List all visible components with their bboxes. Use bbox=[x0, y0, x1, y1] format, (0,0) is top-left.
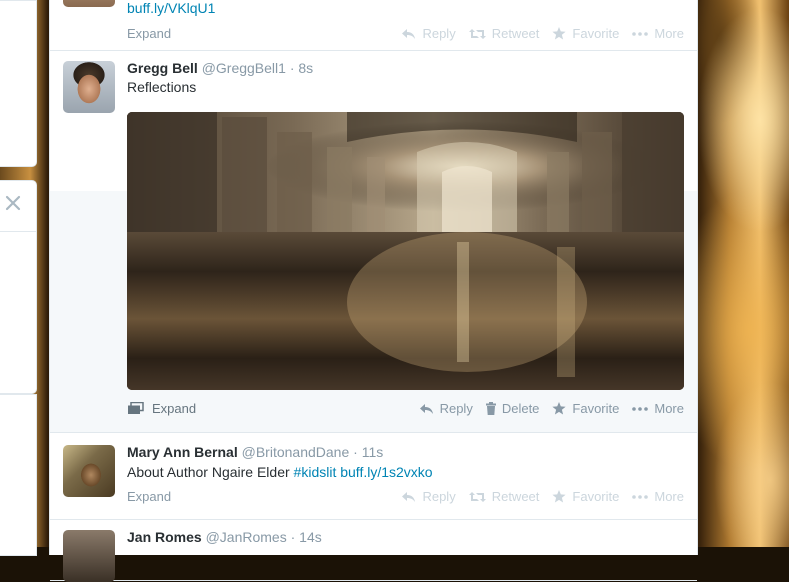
tweet-header: Jan Romes @JanRomes · 14s bbox=[127, 529, 322, 545]
reply-label: Reply bbox=[422, 489, 456, 504]
expand-link[interactable]: Expand bbox=[127, 26, 171, 41]
media-expand-icon bbox=[128, 402, 144, 414]
more-label: More bbox=[654, 489, 684, 504]
tweet-fullname[interactable]: Mary Ann Bernal bbox=[127, 444, 238, 460]
tweet-fullname[interactable]: Gregg Bell bbox=[127, 60, 198, 76]
avatar[interactable] bbox=[63, 0, 115, 7]
tweet-timestamp[interactable]: · 11s bbox=[353, 444, 383, 460]
tweet-timestamp[interactable]: · 14s bbox=[291, 529, 322, 545]
star-icon bbox=[552, 490, 567, 503]
retweet-icon bbox=[468, 28, 486, 39]
more-label: More bbox=[654, 401, 684, 416]
reply-icon bbox=[402, 28, 416, 39]
favorite-label: Favorite bbox=[572, 401, 620, 416]
avatar[interactable] bbox=[63, 445, 115, 497]
favorite-button[interactable]: Favorite bbox=[552, 401, 619, 416]
tweet-username[interactable]: @JanRomes bbox=[206, 529, 287, 545]
tweet-actions: Reply Delete Favorite More bbox=[419, 401, 684, 416]
reply-button[interactable]: Reply bbox=[401, 26, 456, 41]
expand-link[interactable]: Expand bbox=[127, 489, 171, 504]
retweet-label: Retweet bbox=[491, 26, 540, 41]
retweet-icon bbox=[468, 491, 486, 502]
timeline-stream: buff.ly/VKlqU1 Expand Reply Retweet Favo… bbox=[49, 0, 698, 582]
expand-label: Expand bbox=[152, 401, 197, 416]
close-icon[interactable] bbox=[5, 195, 21, 211]
retweet-label: Retweet bbox=[491, 489, 540, 504]
more-button[interactable]: More bbox=[632, 489, 684, 504]
favorite-button[interactable]: Favorite bbox=[552, 489, 619, 504]
reply-label: Reply bbox=[422, 26, 456, 41]
more-dots-icon bbox=[632, 31, 649, 36]
delete-label: Delete bbox=[501, 401, 540, 416]
reply-button[interactable]: Reply bbox=[419, 401, 473, 416]
corridor-photo bbox=[127, 112, 684, 390]
left-panel-dismissable bbox=[0, 180, 37, 394]
star-icon bbox=[552, 402, 567, 415]
reply-icon bbox=[419, 403, 433, 414]
more-button[interactable]: More bbox=[632, 26, 684, 41]
tweet-link[interactable]: buff.ly/VKlqU1 bbox=[127, 0, 215, 16]
tweet-text: Reflections bbox=[127, 79, 197, 95]
favorite-button[interactable]: Favorite bbox=[552, 26, 619, 41]
tweet-username[interactable]: @BritonandDane bbox=[242, 444, 350, 460]
tweet-link[interactable]: buff.ly/1s2vxko bbox=[340, 464, 432, 480]
tweet-item[interactable]: Gregg Bell @GreggBell1 · 8s Reflections bbox=[50, 51, 697, 433]
favorite-label: Favorite bbox=[572, 489, 620, 504]
more-dots-icon bbox=[632, 406, 649, 411]
tweet-item[interactable]: Mary Ann Bernal @BritonandDane · 11s Abo… bbox=[50, 433, 697, 520]
tweet-header: Gregg Bell @GreggBell1 · 8s bbox=[127, 60, 313, 76]
trash-icon bbox=[485, 402, 496, 415]
left-panel-top bbox=[0, 0, 37, 167]
reply-button[interactable]: Reply bbox=[401, 489, 456, 504]
hashtag-link[interactable]: #kidslit bbox=[294, 464, 337, 480]
star-icon bbox=[552, 27, 567, 40]
retweet-button[interactable]: Retweet bbox=[468, 489, 540, 504]
tweet-item[interactable]: Jan Romes @JanRomes · 14s bbox=[50, 520, 697, 582]
tweet-username[interactable]: @GreggBell1 bbox=[202, 60, 286, 76]
more-button[interactable]: More bbox=[632, 401, 684, 416]
favorite-label: Favorite bbox=[572, 26, 620, 41]
avatar[interactable] bbox=[63, 61, 115, 113]
tweet-text: buff.ly/VKlqU1 bbox=[127, 0, 215, 16]
tweet-photo[interactable] bbox=[127, 112, 684, 390]
tweet-actions: Reply Retweet Favorite More bbox=[401, 489, 684, 504]
tweet-timestamp[interactable]: · 8s bbox=[290, 60, 313, 76]
panel-divider bbox=[0, 231, 36, 232]
reply-icon bbox=[402, 491, 416, 502]
tweet-text: About Author Ngaire Elder #kidslit buff.… bbox=[127, 464, 433, 480]
tweet-text-plain: About Author Ngaire Elder bbox=[127, 464, 294, 480]
tweet-fullname[interactable]: Jan Romes bbox=[127, 529, 202, 545]
more-dots-icon bbox=[632, 494, 649, 499]
avatar[interactable] bbox=[63, 530, 115, 582]
retweet-button[interactable]: Retweet bbox=[468, 26, 540, 41]
tweet-actions: Reply Retweet Favorite More bbox=[401, 26, 684, 41]
expand-link[interactable]: Expand bbox=[127, 401, 196, 416]
delete-button[interactable]: Delete bbox=[485, 401, 540, 416]
left-panel-bottom bbox=[0, 394, 37, 556]
reply-label: Reply bbox=[439, 401, 473, 416]
tweet-item[interactable]: buff.ly/VKlqU1 Expand Reply Retweet Favo… bbox=[50, 0, 697, 51]
tweet-header: Mary Ann Bernal @BritonandDane · 11s bbox=[127, 444, 383, 460]
more-label: More bbox=[654, 26, 684, 41]
